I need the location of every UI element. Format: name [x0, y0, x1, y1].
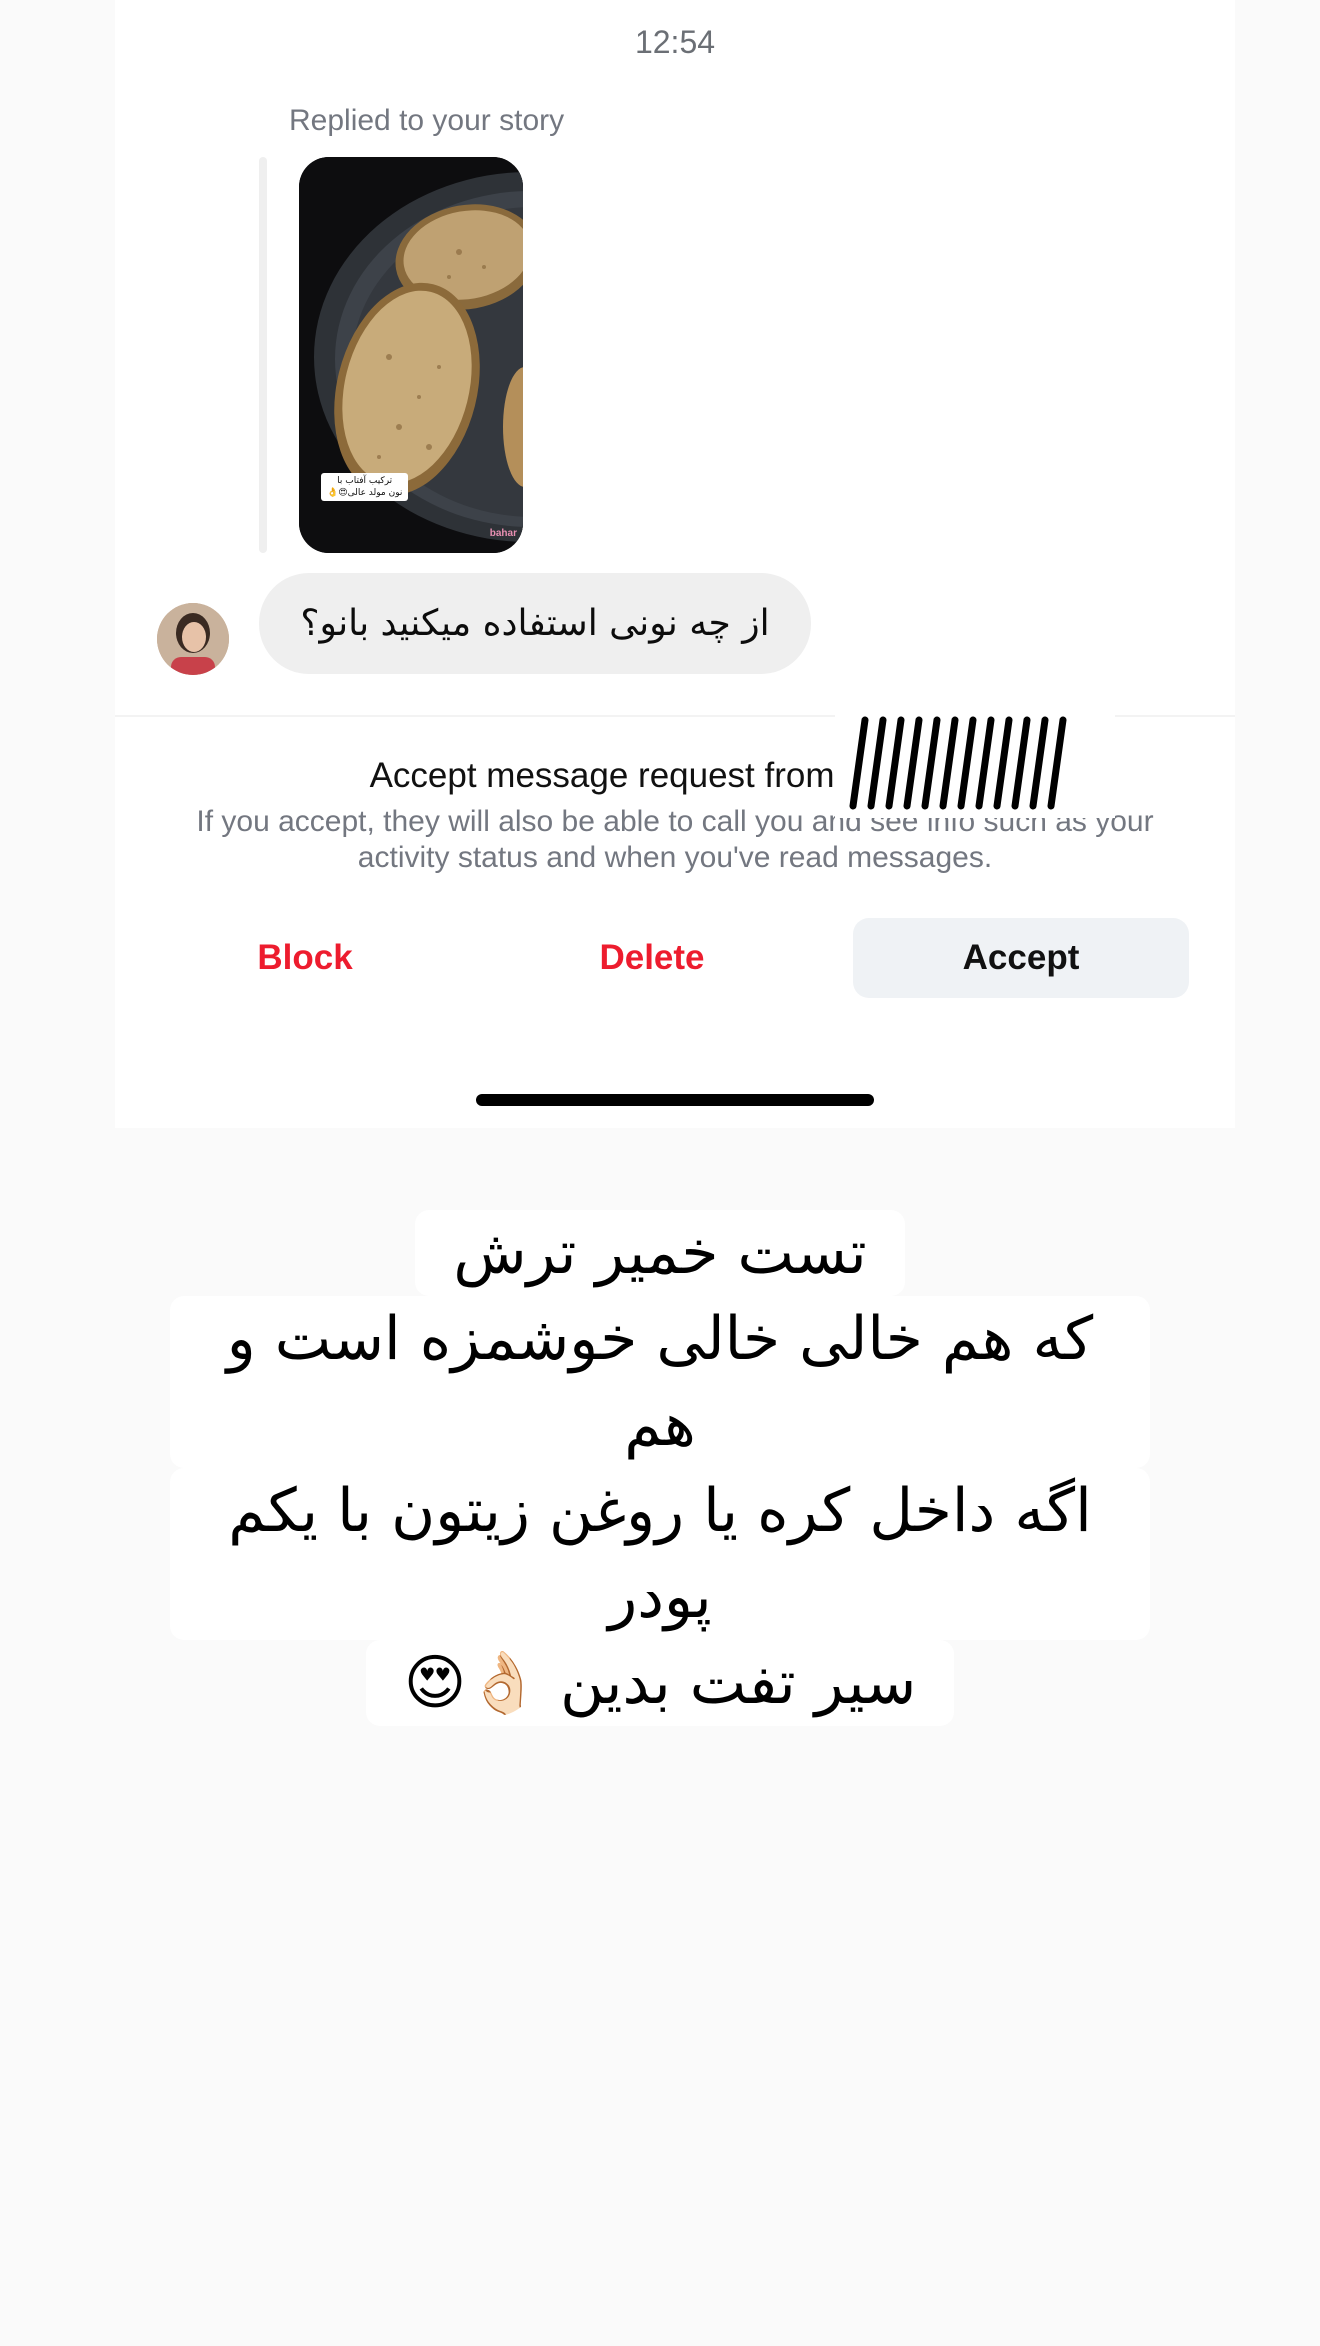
delete-button[interactable]: Delete [502, 918, 802, 998]
home-indicator[interactable] [476, 1094, 874, 1106]
message-text: از چه نونی استفاده میکنید بانو؟ [300, 603, 770, 644]
story-reply-label: Replied to your story [289, 104, 565, 137]
sender-avatar[interactable] [157, 603, 229, 675]
block-button[interactable]: Block [155, 918, 455, 998]
overlay-line-2: که هم خالی خالی خوشمزه است و هم [170, 1296, 1150, 1468]
story-thumbnail-logo: bahar [489, 528, 517, 539]
status-time: 12:54 [634, 24, 716, 60]
story-overlay-text: تست خمیر ترش که هم خالی خالی خوشمزه است … [170, 1210, 1150, 1726]
dm-screen: 12:54 Replied to your story ترکیب آفتاب … [115, 0, 1235, 1128]
redaction-scribble [835, 710, 1115, 818]
accept-button[interactable]: Accept [853, 918, 1189, 998]
story-thumbnail-caption: ترکیب آفتاب با نون مولد عالی😍👌 [321, 473, 409, 501]
overlay-line-1: تست خمیر ترش [415, 1210, 905, 1296]
overlay-line-3: اگه داخل کره یا روغن زیتون با یکم پودر [170, 1468, 1150, 1640]
overlay-line-4: سیر تفت بدین 👌🏻😍 [365, 1640, 955, 1726]
story-thumbnail[interactable]: ترکیب آفتاب با نون مولد عالی😍👌 bahar [299, 157, 523, 553]
avatar-image [157, 603, 229, 675]
message-bubble[interactable]: از چه نونی استفاده میکنید بانو؟ [259, 573, 811, 674]
story-reply-bar [259, 157, 267, 553]
request-actions: Block Delete Accept [115, 918, 1235, 998]
